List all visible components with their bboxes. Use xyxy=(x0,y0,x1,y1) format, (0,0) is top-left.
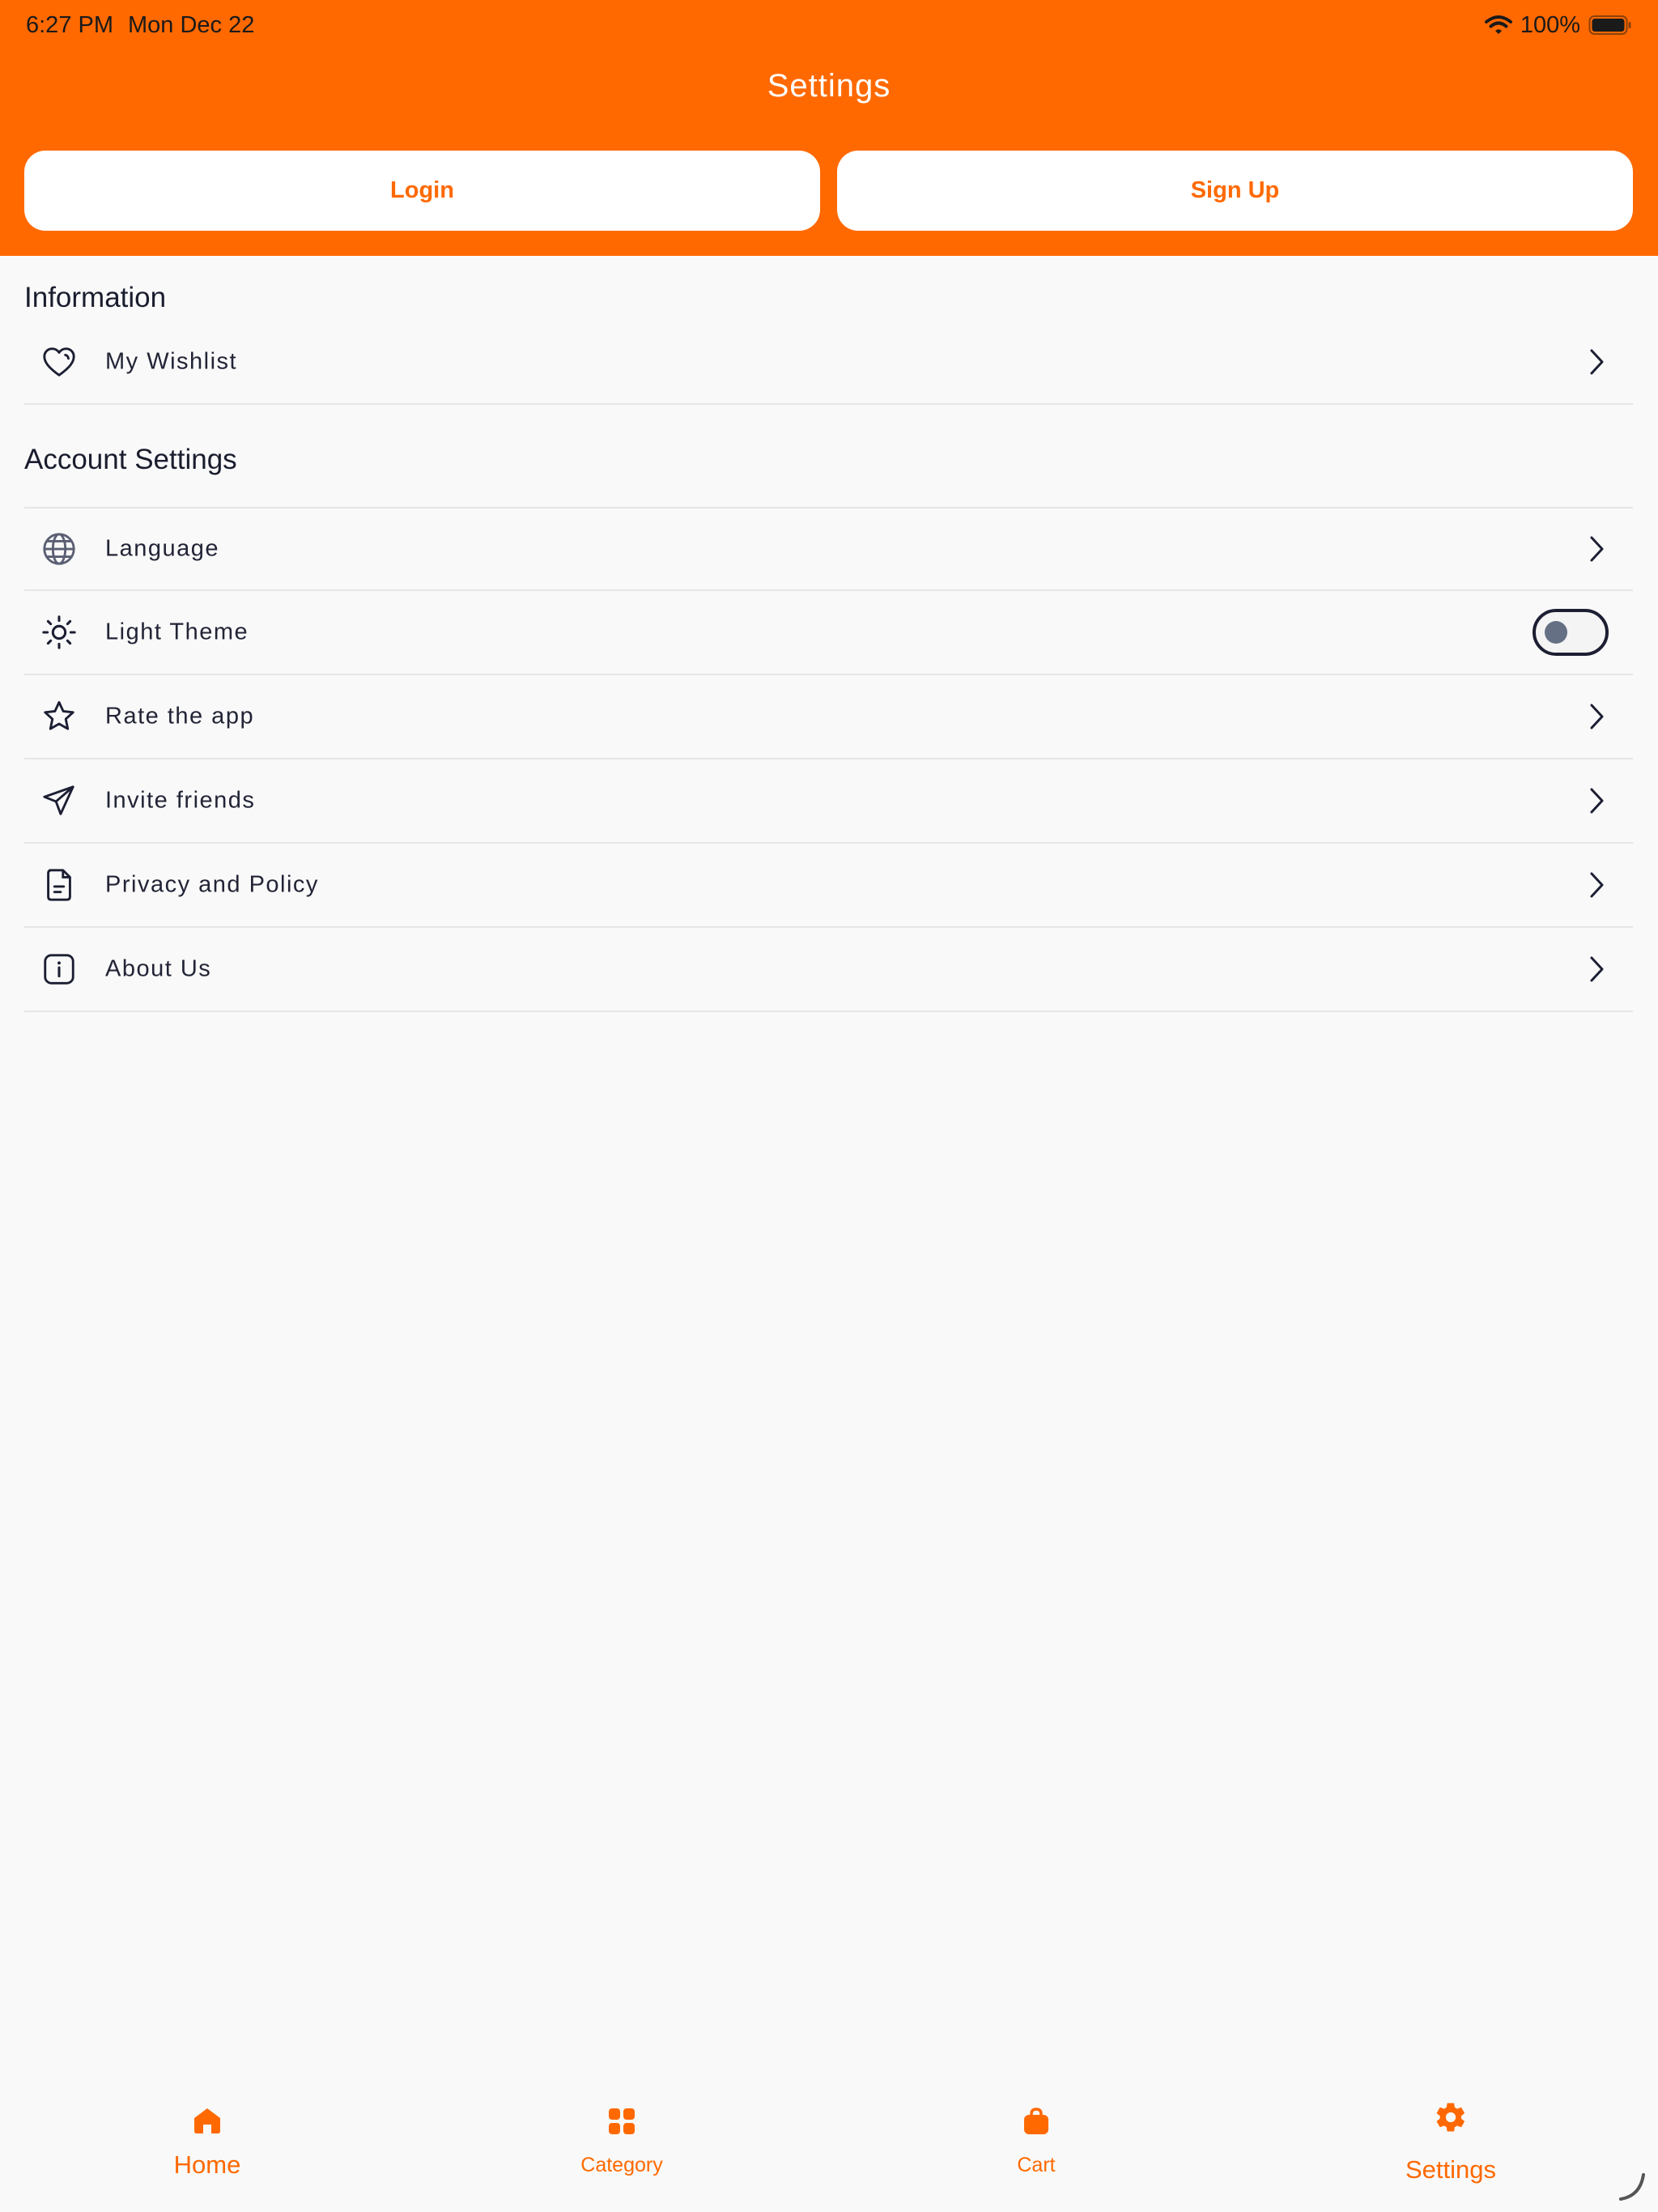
settings-item-label: Light Theme xyxy=(105,619,249,645)
tab-home-label: Home xyxy=(173,2150,241,2179)
settings-item-label: My Wishlist xyxy=(105,348,238,375)
status-date: Mon Dec 22 xyxy=(128,12,255,38)
tab-category[interactable]: Category xyxy=(414,2073,829,2212)
settings-item-label: About Us xyxy=(105,955,212,982)
bag-icon xyxy=(1022,2107,1050,2136)
status-time: 6:27 PM xyxy=(26,12,113,38)
battery-percentage: 100% xyxy=(1520,11,1580,38)
light-theme-toggle[interactable] xyxy=(1533,609,1609,656)
gear-icon xyxy=(1434,2100,1468,2134)
sign-up-button-label: Sign Up xyxy=(1190,177,1280,203)
status-indicators: 100% xyxy=(1484,10,1632,40)
tab-bar: Home Category Cart Settings xyxy=(0,2073,1658,2212)
settings-item-rate-the-app[interactable]: Rate the app xyxy=(24,675,1633,759)
login-button-label: Login xyxy=(390,177,454,203)
chevron-right-icon xyxy=(1583,700,1610,733)
corner-indicator-icon xyxy=(1616,2170,1648,2202)
settings-item-privacy-and-policy[interactable]: Privacy and Policy xyxy=(24,844,1633,928)
chevron-right-icon xyxy=(1583,533,1610,565)
globe-icon xyxy=(40,530,78,568)
sign-up-button[interactable]: Sign Up xyxy=(837,151,1633,231)
settings-item-about-us[interactable]: About Us xyxy=(24,928,1633,1012)
chevron-right-icon xyxy=(1583,785,1610,817)
tab-category-label: Category xyxy=(580,2154,663,2176)
tab-cart[interactable]: Cart xyxy=(829,2073,1244,2212)
tab-settings[interactable]: Settings xyxy=(1244,2073,1658,2212)
login-button[interactable]: Login xyxy=(24,151,820,231)
settings-item-language[interactable]: Language xyxy=(24,507,1633,591)
settings-item-invite-friends[interactable]: Invite friends xyxy=(24,759,1633,844)
toggle-knob xyxy=(1545,621,1567,644)
settings-item-label: Privacy and Policy xyxy=(105,871,319,898)
send-icon xyxy=(40,782,78,819)
tab-home[interactable]: Home xyxy=(0,2073,414,2212)
chevron-right-icon xyxy=(1583,869,1610,901)
settings-item-my-wishlist[interactable]: My Wishlist xyxy=(24,321,1633,405)
home-icon xyxy=(193,2107,222,2134)
settings-item-label: Language xyxy=(105,535,220,562)
sun-icon xyxy=(40,614,78,651)
battery-icon xyxy=(1588,15,1632,36)
information-heading: Information xyxy=(24,282,167,313)
star-icon xyxy=(40,698,78,735)
status-bar: 6:27 PM Mon Dec 22 100% xyxy=(0,0,1658,50)
settings-item-light-theme: Light Theme xyxy=(24,591,1633,675)
grid-icon xyxy=(607,2107,636,2136)
info-icon xyxy=(40,951,78,988)
document-icon xyxy=(40,866,78,904)
page-title: Settings xyxy=(767,68,891,104)
wifi-icon xyxy=(1484,15,1512,36)
tab-settings-label: Settings xyxy=(1405,2155,1496,2184)
header: 6:27 PM Mon Dec 22 100% Settings Login S… xyxy=(0,0,1658,256)
tab-cart-label: Cart xyxy=(1017,2154,1056,2176)
heart-icon xyxy=(40,343,78,381)
settings-item-label: Rate the app xyxy=(105,703,255,730)
settings-item-label: Invite friends xyxy=(105,787,256,814)
chevron-right-icon xyxy=(1583,346,1610,378)
chevron-right-icon xyxy=(1583,953,1610,985)
account-settings-heading: Account Settings xyxy=(24,444,237,475)
